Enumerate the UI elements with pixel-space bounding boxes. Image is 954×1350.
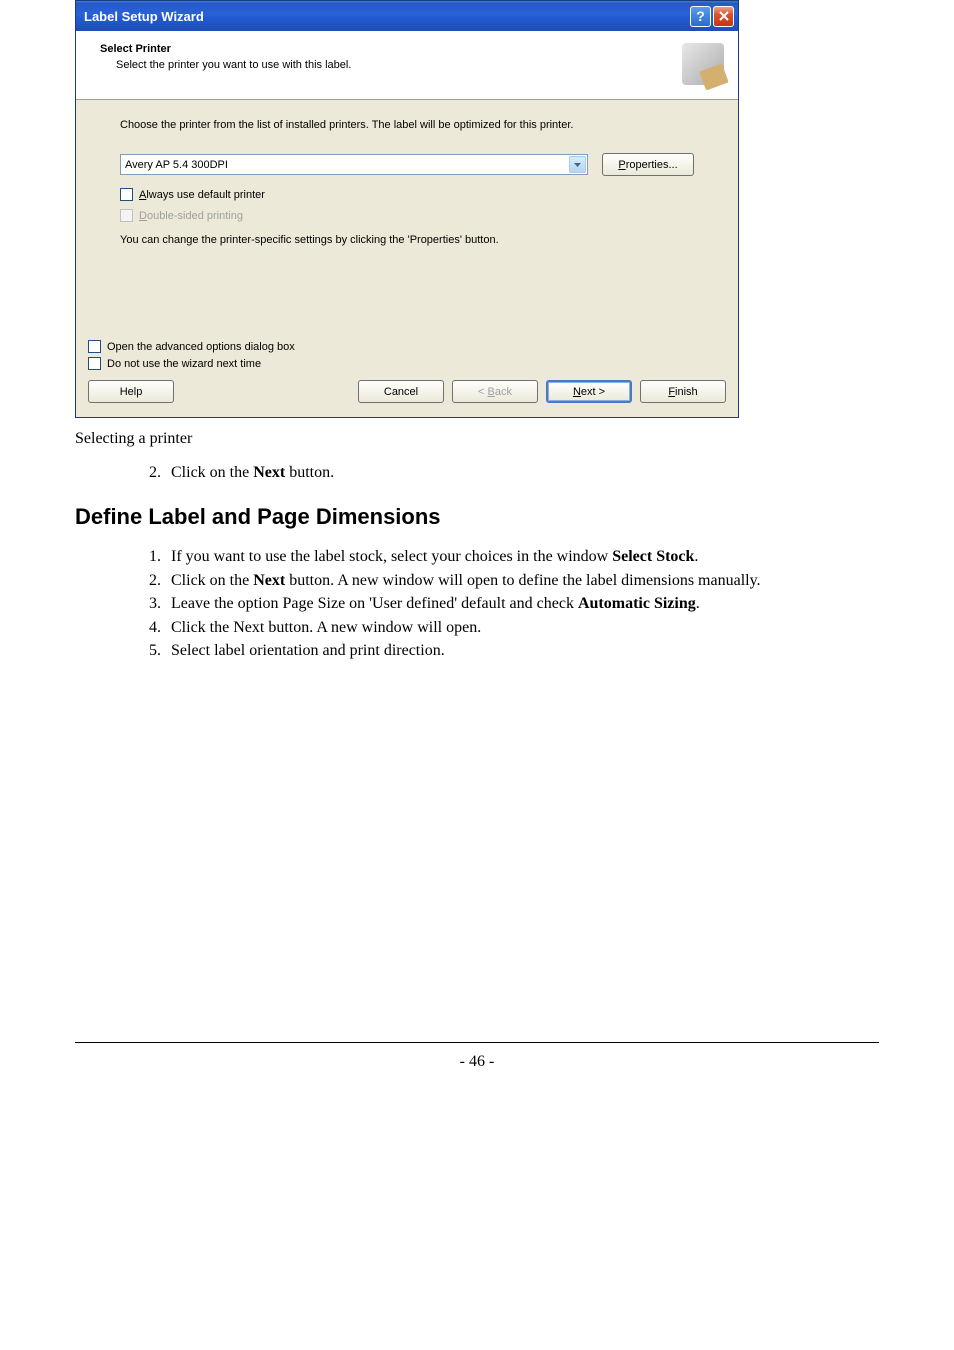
advanced-options-label: Open the advanced options dialog box — [107, 341, 295, 353]
steps-list-2: If you want to use the label stock, sele… — [165, 546, 879, 662]
help-icon[interactable]: ? — [690, 6, 711, 27]
list-item: Select label orientation and print direc… — [165, 640, 879, 662]
steps-list-1: Click on the Next button. — [165, 462, 879, 484]
list-item: If you want to use the label stock, sele… — [165, 546, 879, 568]
chevron-down-icon[interactable] — [569, 156, 586, 173]
next-button[interactable]: Next > — [546, 380, 632, 403]
section-heading: Define Label and Page Dimensions — [75, 504, 879, 530]
instruction-text: Choose the printer from the list of inst… — [120, 118, 694, 133]
header-title: Select Printer — [100, 43, 682, 55]
no-wizard-checkbox[interactable] — [88, 357, 101, 370]
double-sided-checkbox — [120, 209, 133, 222]
printer-icon — [682, 43, 724, 85]
label-setup-wizard-dialog: Label Setup Wizard ? Select Printer Sele… — [75, 0, 739, 418]
titlebar-text: Label Setup Wizard — [84, 9, 690, 24]
cancel-button[interactable]: Cancel — [358, 380, 444, 403]
advanced-options-checkbox[interactable] — [88, 340, 101, 353]
page-number: - 46 - — [460, 1053, 495, 1070]
help-button[interactable]: Help — [88, 380, 174, 403]
printer-select[interactable]: Avery AP 5.4 300DPI — [120, 154, 588, 175]
page-footer: - 46 - — [75, 1042, 879, 1081]
list-item: Click on the Next button. A new window w… — [165, 570, 879, 592]
always-default-checkbox[interactable] — [120, 188, 133, 201]
properties-button[interactable]: PProperties...roperties... — [602, 153, 694, 176]
list-item: Click on the Next button. — [165, 462, 879, 484]
list-item: Leave the option Page Size on 'User defi… — [165, 593, 879, 615]
figure-caption: Selecting a printer — [75, 430, 879, 448]
no-wizard-label: Do not use the wizard next time — [107, 358, 261, 370]
finish-button[interactable]: Finish — [640, 380, 726, 403]
header-panel: Select Printer Select the printer you wa… — [76, 31, 738, 100]
list-item: Click the Next button. A new window will… — [165, 617, 879, 639]
always-default-label: Always use default printer — [139, 189, 265, 201]
back-button: < Back — [452, 380, 538, 403]
titlebar: Label Setup Wizard ? — [76, 1, 738, 31]
close-icon[interactable] — [713, 6, 734, 27]
printer-value: Avery AP 5.4 300DPI — [125, 159, 228, 171]
double-sided-label: Double-sided printing — [139, 210, 243, 222]
header-subtitle: Select the printer you want to use with … — [116, 59, 682, 71]
properties-note: You can change the printer-specific sett… — [120, 234, 694, 246]
